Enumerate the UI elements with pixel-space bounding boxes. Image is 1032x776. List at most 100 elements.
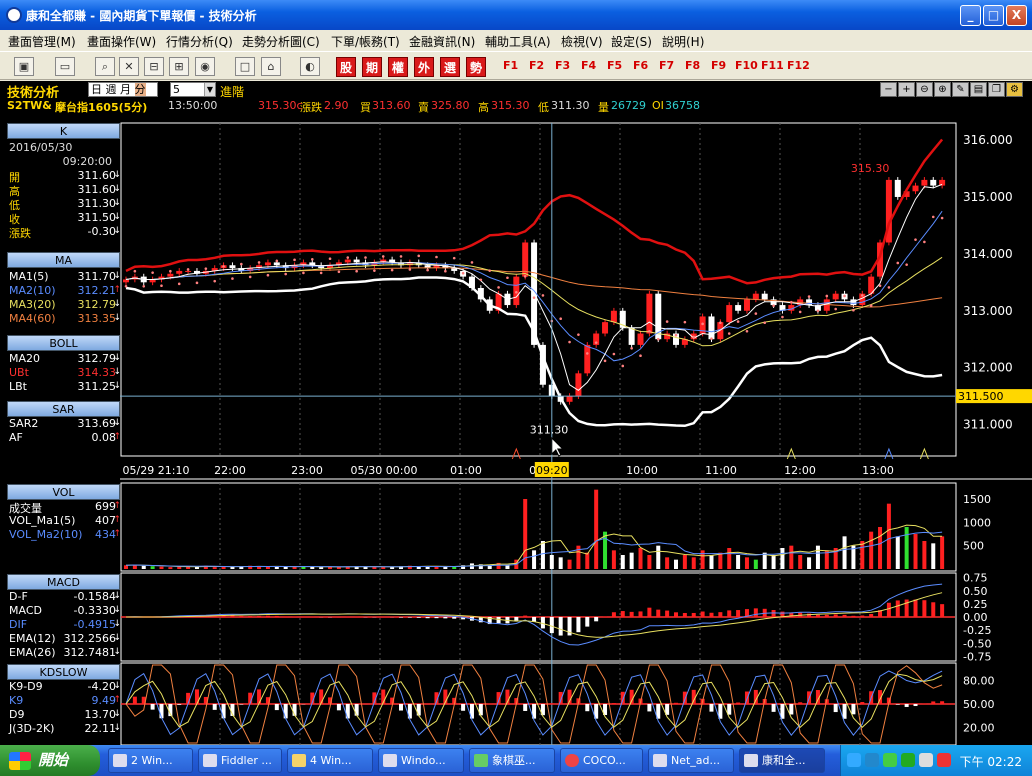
status-icon[interactable] bbox=[901, 753, 915, 767]
settings-icon[interactable]: ⚙ bbox=[1006, 82, 1023, 97]
kd-histogram-bar bbox=[736, 702, 741, 704]
task-windows[interactable]: Windo... bbox=[378, 748, 464, 773]
menu-trend-chart[interactable]: 走勢分析圖(C) bbox=[242, 33, 320, 50]
cancel-icon[interactable]: ✕ bbox=[119, 57, 139, 76]
calculator-icon[interactable]: ⊟ bbox=[144, 57, 164, 76]
start-button[interactable]: 開始 bbox=[0, 745, 100, 776]
magnify-minus-icon[interactable]: ⊖ bbox=[916, 82, 933, 97]
panel-header-vol[interactable]: VOL bbox=[7, 484, 120, 500]
menu-financial-info[interactable]: 金融資訊(N) bbox=[409, 33, 475, 50]
panel-header-k[interactable]: K bbox=[7, 123, 120, 139]
maximize-button[interactable]: □ bbox=[983, 5, 1004, 26]
f12-key[interactable]: F12 bbox=[787, 59, 810, 72]
panel-header-boll[interactable]: BOLL bbox=[7, 335, 120, 351]
volume-bar bbox=[647, 555, 652, 569]
zoom-in-icon[interactable]: + bbox=[898, 82, 915, 97]
menu-order-account[interactable]: 下單/帳務(T) bbox=[331, 33, 400, 50]
search-icon[interactable]: ⌕ bbox=[95, 57, 115, 76]
task-fiddler[interactable]: Fiddler ... bbox=[198, 748, 282, 773]
trend-button[interactable]: 勢 bbox=[466, 57, 486, 77]
f4-key[interactable]: F4 bbox=[581, 59, 596, 72]
minute-select[interactable]: 5 ▼ bbox=[170, 82, 216, 97]
candle-body bbox=[566, 396, 573, 402]
restore-icon[interactable]: ❐ bbox=[988, 82, 1005, 97]
network-icon[interactable] bbox=[847, 753, 861, 767]
price-tick-label: 311.000 bbox=[963, 418, 1013, 432]
brand-icon[interactable]: ◐ bbox=[300, 57, 320, 76]
futures-button[interactable]: 期 bbox=[362, 57, 382, 77]
f1-key[interactable]: F1 bbox=[503, 59, 518, 72]
macd-histogram-bar bbox=[940, 604, 945, 617]
sar-dot bbox=[843, 294, 846, 298]
ie-icon[interactable] bbox=[865, 753, 879, 767]
chart-canvas[interactable]: 316.000 315.000 314.000 313.000 312.000 311.0… bbox=[120, 113, 1032, 745]
f7-key[interactable]: F7 bbox=[659, 59, 674, 72]
f2-key[interactable]: F2 bbox=[529, 59, 544, 72]
menu-settings[interactable]: 設定(S) bbox=[611, 33, 652, 50]
f9-key[interactable]: F9 bbox=[711, 59, 726, 72]
sar-dot bbox=[754, 312, 758, 315]
draw-icon[interactable]: ✎ bbox=[952, 82, 969, 97]
task-chess[interactable]: 象棋巫... bbox=[469, 748, 555, 773]
coin-icon[interactable]: ◉ bbox=[195, 57, 215, 76]
window-icon[interactable]: □ bbox=[235, 57, 255, 76]
menu-quote-analysis[interactable]: 行情分析(Q) bbox=[166, 33, 233, 50]
volume-bar bbox=[620, 555, 625, 569]
chevron-down-icon[interactable]: ▼ bbox=[204, 83, 215, 96]
save-icon[interactable]: ▤ bbox=[970, 82, 987, 97]
sar-dot bbox=[479, 278, 483, 282]
chart-icon[interactable]: ⌂ bbox=[261, 57, 281, 76]
period-day[interactable]: 日 bbox=[91, 83, 102, 96]
task-netad[interactable]: Net_ad... bbox=[648, 748, 734, 773]
stock-button[interactable]: 股 bbox=[336, 57, 356, 77]
period-selector[interactable]: 日 週 月 分 bbox=[88, 82, 158, 97]
title-bar[interactable]: 康和全都賺 - 國內期貨下單報價 - 技術分析 _ □ X bbox=[0, 0, 1032, 30]
f5-key[interactable]: F5 bbox=[607, 59, 622, 72]
menu-help[interactable]: 說明(H) bbox=[662, 33, 704, 50]
grid-icon[interactable]: ⊞ bbox=[169, 57, 189, 76]
panel-header-macd[interactable]: MACD bbox=[7, 574, 120, 590]
task-cmd[interactable]: 2 Win... bbox=[108, 748, 193, 773]
macd-histogram-bar bbox=[674, 612, 678, 617]
sar-dot bbox=[231, 277, 234, 280]
period-week[interactable]: 週 bbox=[106, 83, 117, 96]
signal-icon[interactable] bbox=[883, 753, 897, 767]
volume-icon[interactable] bbox=[919, 753, 933, 767]
monitor-icon[interactable]: ▭ bbox=[55, 57, 75, 76]
quote-change: 2.90 bbox=[324, 99, 349, 112]
f11-key[interactable]: F11 bbox=[761, 59, 784, 72]
panel-header-ma[interactable]: MA bbox=[7, 252, 120, 268]
f10-key[interactable]: F10 bbox=[735, 59, 758, 72]
close-button[interactable]: X bbox=[1006, 5, 1027, 26]
task-label: 康和全... bbox=[762, 754, 806, 767]
menu-screen-manage[interactable]: 畫面管理(M) bbox=[8, 33, 76, 50]
layout-icon[interactable]: ▣ bbox=[14, 57, 34, 76]
task-chrome[interactable]: COCO... bbox=[560, 748, 643, 773]
select-button[interactable]: 選 bbox=[440, 57, 460, 77]
panel-header-kd[interactable]: KDSLOW bbox=[7, 664, 120, 680]
magnify-plus-icon[interactable]: ⊕ bbox=[934, 82, 951, 97]
options-button[interactable]: 權 bbox=[388, 57, 408, 77]
f8-key[interactable]: F8 bbox=[685, 59, 700, 72]
minimize-button[interactable]: _ bbox=[960, 5, 981, 26]
kd-histogram-bar bbox=[354, 704, 359, 716]
volume-bar bbox=[842, 536, 847, 569]
shield-icon[interactable] bbox=[937, 753, 951, 767]
sar-dot bbox=[541, 294, 545, 297]
sar-dot bbox=[186, 268, 190, 271]
period-month[interactable]: 月 bbox=[120, 83, 131, 96]
macd-tick-label: 0.75 bbox=[963, 572, 988, 585]
k-date: 2016/05/30 bbox=[9, 141, 73, 154]
foreign-button[interactable]: 外 bbox=[414, 57, 434, 77]
menu-screen-operate[interactable]: 畫面操作(W) bbox=[87, 33, 156, 50]
menu-view[interactable]: 檢視(V) bbox=[561, 33, 603, 50]
zoom-out-icon[interactable]: − bbox=[880, 82, 897, 97]
volume-bar bbox=[860, 541, 865, 569]
f3-key[interactable]: F3 bbox=[555, 59, 570, 72]
period-minute[interactable]: 分 bbox=[134, 83, 146, 96]
task-kanghe[interactable]: 康和全... bbox=[739, 748, 825, 773]
f6-key[interactable]: F6 bbox=[633, 59, 648, 72]
menu-tools[interactable]: 輔助工具(A) bbox=[485, 33, 551, 50]
task-explorer[interactable]: 4 Win... bbox=[287, 748, 373, 773]
panel-header-sar[interactable]: SAR bbox=[7, 401, 120, 417]
